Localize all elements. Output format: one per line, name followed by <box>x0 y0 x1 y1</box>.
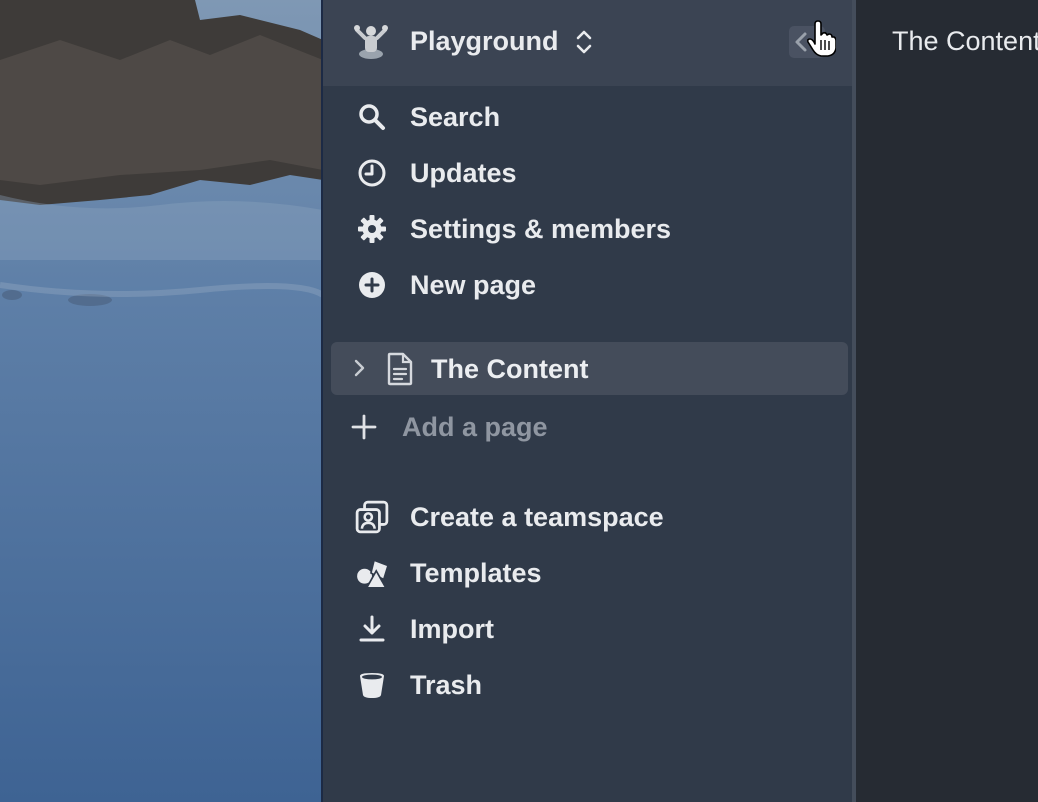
trash-icon <box>360 673 384 698</box>
import-icon <box>359 615 385 642</box>
main-content: The Content <box>856 0 1038 802</box>
nav-import[interactable]: Import <box>323 604 852 652</box>
clock-icon <box>358 159 386 187</box>
templates-icon <box>357 559 389 589</box>
plus-circle-icon <box>359 272 385 298</box>
nav-create-teamspace-label: Create a teamspace <box>410 502 664 532</box>
hand-cursor-icon <box>806 20 836 57</box>
nav-templates[interactable]: Templates <box>323 548 852 596</box>
page-item-the-content[interactable]: The Content <box>331 342 848 395</box>
workspace-name: Playground <box>410 26 559 56</box>
nav-settings[interactable]: Settings & members <box>323 204 852 252</box>
workspace-switcher[interactable]: Playground <box>323 0 852 86</box>
chevron-right-icon[interactable] <box>351 357 367 379</box>
nav-trash-label: Trash <box>410 670 483 700</box>
wallpaper-image <box>0 0 323 802</box>
add-page-label: Add a page <box>402 412 548 442</box>
document-icon <box>387 352 413 386</box>
nav-new-page-label: New page <box>410 270 537 300</box>
page-item-label: The Content <box>431 354 589 384</box>
nav-search[interactable]: Search <box>323 92 852 140</box>
chevron-updown-icon <box>576 30 592 54</box>
gear-icon <box>358 215 386 243</box>
teamspace-icon <box>355 500 389 534</box>
workspace-avatar-icon <box>354 25 388 59</box>
desktop-wallpaper <box>0 0 323 802</box>
nav-new-page[interactable]: New page <box>323 260 852 308</box>
nav-import-label: Import <box>410 614 494 644</box>
nav-search-label: Search <box>410 102 501 132</box>
nav-templates-label: Templates <box>410 558 542 588</box>
nav-trash[interactable]: Trash <box>323 660 852 708</box>
add-page-button[interactable]: Add a page <box>323 402 852 450</box>
sidebar: Playground Search Updates Settings & mem… <box>323 0 855 802</box>
plus-icon <box>351 414 377 440</box>
nav-create-teamspace[interactable]: Create a teamspace <box>323 492 852 540</box>
nav-updates[interactable]: Updates <box>323 148 852 196</box>
nav-settings-label: Settings & members <box>410 214 672 244</box>
page-title: The Content <box>892 26 1038 56</box>
nav-updates-label: Updates <box>410 158 517 188</box>
search-icon <box>359 104 385 130</box>
